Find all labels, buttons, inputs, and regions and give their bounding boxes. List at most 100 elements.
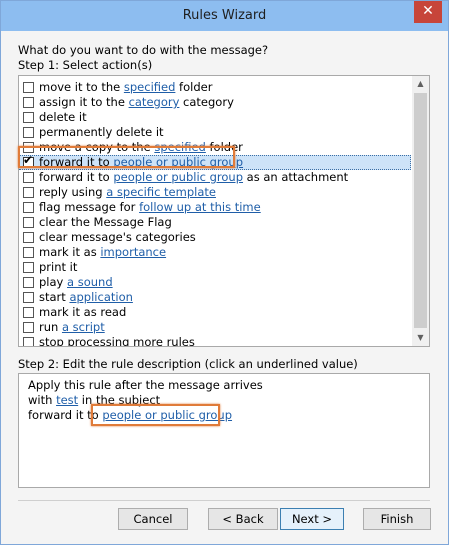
action-link[interactable]: importance bbox=[100, 245, 166, 259]
action-row[interactable]: delete it bbox=[19, 110, 411, 125]
action-label: run a script bbox=[39, 320, 105, 335]
next-button[interactable]: Next > bbox=[280, 508, 344, 530]
action-label: move it to the specified folder bbox=[39, 80, 212, 95]
rules-wizard-dialog: Rules Wizard ✕ What do you want to do wi… bbox=[0, 0, 449, 545]
action-label-text: clear the Message Flag bbox=[39, 215, 172, 229]
cancel-button[interactable]: Cancel bbox=[118, 508, 188, 530]
action-link[interactable]: people or public group bbox=[113, 170, 243, 184]
action-link[interactable]: a sound bbox=[67, 275, 113, 289]
close-icon: ✕ bbox=[422, 3, 434, 19]
action-row[interactable]: stop processing more rules bbox=[19, 335, 411, 347]
action-checkbox[interactable] bbox=[23, 172, 34, 183]
action-label-suffix: folder bbox=[175, 80, 213, 94]
scroll-thumb[interactable] bbox=[414, 93, 427, 328]
action-checkbox[interactable] bbox=[23, 292, 34, 303]
action-label-text: stop processing more rules bbox=[39, 335, 195, 347]
action-checkbox[interactable] bbox=[23, 337, 34, 346]
action-row[interactable]: permanently delete it bbox=[19, 125, 411, 140]
action-checkbox[interactable] bbox=[23, 322, 34, 333]
action-label: stop processing more rules bbox=[39, 335, 195, 347]
button-separator bbox=[18, 500, 430, 501]
action-checkbox[interactable] bbox=[23, 127, 34, 138]
highlight-description-link bbox=[91, 404, 220, 426]
action-label-suffix: as an attachment bbox=[243, 170, 349, 184]
action-checkbox[interactable] bbox=[23, 277, 34, 288]
action-label: mark it as importance bbox=[39, 245, 166, 260]
action-row[interactable]: reply using a specific template bbox=[19, 185, 411, 200]
close-button[interactable]: ✕ bbox=[414, 1, 442, 23]
action-checkbox[interactable] bbox=[23, 247, 34, 258]
action-row[interactable]: move it to the specified folder bbox=[19, 80, 411, 95]
action-link[interactable]: category bbox=[129, 95, 180, 109]
action-label-text: permanently delete it bbox=[39, 125, 164, 139]
prompt-text: What do you want to do with the message? bbox=[18, 43, 269, 57]
action-label: play a sound bbox=[39, 275, 113, 290]
actions-scrollbar[interactable]: ▲ ▼ bbox=[412, 76, 429, 346]
action-checkbox[interactable] bbox=[23, 232, 34, 243]
action-row[interactable]: start application bbox=[19, 290, 411, 305]
action-row[interactable]: forward it to people or public group as … bbox=[19, 170, 411, 185]
action-checkbox[interactable] bbox=[23, 82, 34, 93]
action-label: reply using a specific template bbox=[39, 185, 216, 200]
action-label: delete it bbox=[39, 110, 87, 125]
action-checkbox[interactable] bbox=[23, 97, 34, 108]
action-label: assign it to the category category bbox=[39, 95, 234, 110]
action-row[interactable]: run a script bbox=[19, 320, 411, 335]
action-label: forward it to people or public group as … bbox=[39, 170, 348, 185]
action-label-text: play bbox=[39, 275, 68, 289]
description-line-2-pre: with bbox=[28, 393, 57, 407]
title-bar: Rules Wizard ✕ bbox=[1, 1, 448, 31]
action-checkbox[interactable] bbox=[23, 262, 34, 273]
action-row[interactable]: clear message's categories bbox=[19, 230, 411, 245]
action-label: print it bbox=[39, 260, 77, 275]
action-link[interactable]: specified bbox=[124, 80, 176, 94]
subject-words-link[interactable]: test bbox=[56, 393, 78, 407]
action-label-text: start bbox=[39, 290, 70, 304]
action-label-text: forward it to bbox=[39, 170, 114, 184]
action-label-text: delete it bbox=[39, 110, 87, 124]
action-label: start application bbox=[39, 290, 133, 305]
actions-list[interactable]: stop processing more rules run a script ma… bbox=[18, 75, 430, 347]
action-row[interactable]: flag message for follow up at this time bbox=[19, 200, 411, 215]
action-label-text: flag message for bbox=[39, 200, 140, 214]
scroll-up-icon[interactable]: ▲ bbox=[412, 76, 429, 92]
action-row[interactable]: assign it to the category category bbox=[19, 95, 411, 110]
action-label-text: reply using bbox=[39, 185, 107, 199]
action-label-text: move it to the bbox=[39, 80, 124, 94]
action-label-text: clear message's categories bbox=[39, 230, 196, 244]
action-label-text: mark it as bbox=[39, 245, 101, 259]
action-label: mark it as read bbox=[39, 305, 126, 320]
action-label: clear the Message Flag bbox=[39, 215, 172, 230]
action-row[interactable]: mark it as importance bbox=[19, 245, 411, 260]
action-label-suffix: category bbox=[179, 95, 234, 109]
finish-button[interactable]: Finish bbox=[363, 508, 431, 530]
action-link[interactable]: a script bbox=[62, 320, 105, 334]
description-line-1: Apply this rule after the message arrive… bbox=[28, 378, 263, 392]
action-link[interactable]: application bbox=[69, 290, 132, 304]
scroll-down-icon[interactable]: ▼ bbox=[412, 330, 429, 346]
action-label-text: run bbox=[39, 320, 62, 334]
action-checkbox[interactable] bbox=[23, 202, 34, 213]
rule-description-box: Apply this rule after the message arrive… bbox=[18, 373, 430, 488]
action-label: flag message for follow up at this time bbox=[39, 200, 261, 215]
step1-label: Step 1: Select action(s) bbox=[18, 58, 153, 72]
action-label-text: mark it as read bbox=[39, 305, 127, 319]
action-label-text: print it bbox=[39, 260, 78, 274]
action-checkbox[interactable] bbox=[23, 217, 34, 228]
action-row[interactable]: print it bbox=[19, 260, 411, 275]
step2-label: Step 2: Edit the rule description (click… bbox=[18, 357, 358, 371]
action-row[interactable]: clear the Message Flag bbox=[19, 215, 411, 230]
highlight-selected-action bbox=[18, 146, 235, 168]
back-button[interactable]: < Back bbox=[208, 508, 278, 530]
action-link[interactable]: follow up at this time bbox=[139, 200, 261, 214]
action-row[interactable]: play a sound bbox=[19, 275, 411, 290]
action-label: clear message's categories bbox=[39, 230, 196, 245]
action-checkbox[interactable] bbox=[23, 307, 34, 318]
action-checkbox[interactable] bbox=[23, 112, 34, 123]
action-label: permanently delete it bbox=[39, 125, 164, 140]
window-title: Rules Wizard bbox=[182, 8, 267, 23]
action-checkbox[interactable] bbox=[23, 187, 34, 198]
action-link[interactable]: a specific template bbox=[106, 185, 216, 199]
action-label-text: assign it to the bbox=[39, 95, 129, 109]
action-row[interactable]: mark it as read bbox=[19, 305, 411, 320]
